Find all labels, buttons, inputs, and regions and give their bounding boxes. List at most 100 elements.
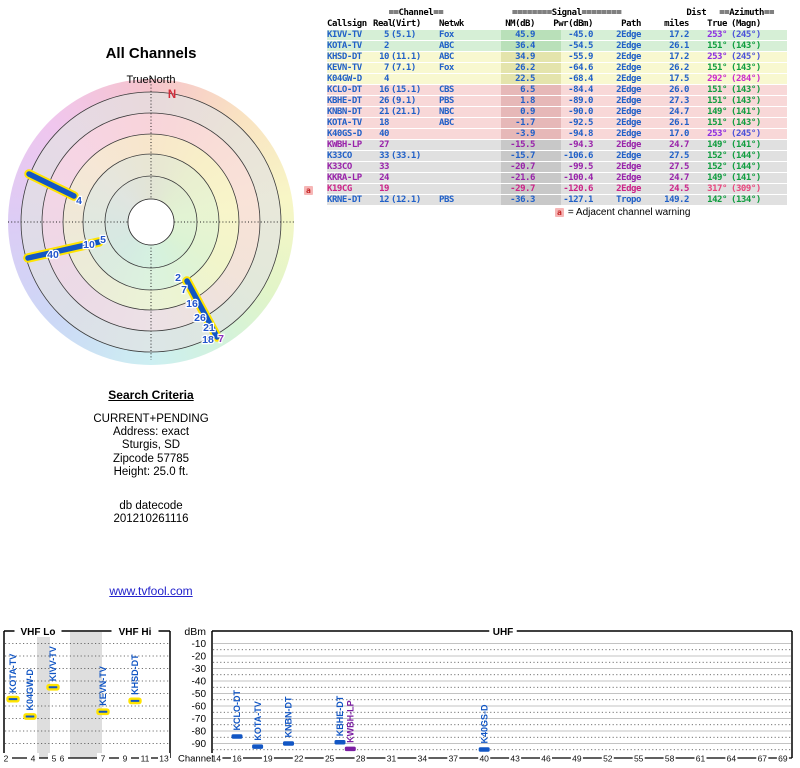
bar-callsign-label: KNBN-DT — [284, 696, 294, 737]
cell-nm: -15.5 — [463, 140, 535, 150]
svg-text:64: 64 — [727, 754, 737, 764]
cell-netwk: Fox — [427, 30, 463, 40]
group-header-cell: ==Azimuth== — [706, 8, 787, 18]
svg-text:TrueNorth: TrueNorth — [126, 74, 175, 86]
bar-callsign-label: KOTA-TV — [253, 701, 263, 740]
criteria-line: Zipcode 57785 — [20, 453, 282, 466]
cell-virt — [389, 173, 427, 183]
column-header-cell: Pwr(dBm) — [535, 19, 593, 29]
cell-magn: (143°) — [727, 63, 779, 73]
cell-callsign: K19CG — [327, 184, 373, 194]
cell-netwk — [427, 129, 463, 139]
group-header-cell — [449, 8, 512, 18]
cell-magn: (144°) — [727, 151, 779, 161]
cell-pwr: -84.4 — [535, 85, 593, 95]
table-row: KKRA-LP24-21.6-100.42Edge24.7149°(141°) — [327, 173, 787, 183]
cell-true: 253° — [689, 30, 727, 40]
svg-text:-30: -30 — [192, 664, 207, 675]
svg-text:5: 5 — [100, 234, 106, 246]
svg-text:61: 61 — [696, 754, 706, 764]
table-row: KOTA-TV18ABC-1.7-92.52Edge26.1151°(143°) — [327, 118, 787, 128]
cell-magn: (309°) — [727, 184, 779, 194]
bar-callsign-label: KHSD-DT — [130, 654, 140, 695]
cell-pwr: -68.4 — [535, 74, 593, 84]
svg-text:55: 55 — [634, 754, 644, 764]
cell-path: 2Edge — [593, 162, 641, 172]
table-row: K40GS-D40-3.9-94.82Edge17.0253°(245°) — [327, 129, 787, 139]
cell-virt — [389, 74, 427, 84]
cell-netwk: CBS — [427, 85, 463, 95]
cell-miles: 149.2 — [641, 195, 689, 205]
cell-true: 151° — [689, 63, 727, 73]
table-row: KWBH-LP27-15.5-94.32Edge24.7149°(141°) — [327, 140, 787, 150]
cell-path: 2Edge — [593, 184, 641, 194]
cell-miles: 27.5 — [641, 151, 689, 161]
cell-pwr: -99.5 — [535, 162, 593, 172]
svg-text:-50: -50 — [192, 689, 207, 700]
cell-miles: 27.3 — [641, 96, 689, 106]
cell-miles: 26.1 — [641, 41, 689, 51]
cell-callsign: KRNE-DT — [327, 195, 373, 205]
cell-callsign: KNBN-DT — [327, 107, 373, 117]
svg-text:-20: -20 — [192, 652, 207, 663]
svg-text:58: 58 — [665, 754, 675, 764]
cell-pwr: -94.8 — [535, 129, 593, 139]
cell-virt — [389, 184, 427, 194]
svg-text:40: 40 — [47, 249, 59, 261]
cell-pwr: -127.1 — [535, 195, 593, 205]
svg-text:52: 52 — [603, 754, 613, 764]
cell-callsign: KIVV-TV — [327, 30, 373, 40]
tvfool-link[interactable]: www.tvfool.com — [0, 584, 302, 598]
cell-callsign: KBHE-DT — [327, 96, 373, 106]
cell-real: 40 — [373, 129, 389, 139]
cell-virt: (11.1) — [389, 52, 427, 62]
cell-pwr: -120.6 — [535, 184, 593, 194]
cell-magn: (245°) — [727, 52, 779, 62]
cell-miles: 26.2 — [641, 63, 689, 73]
svg-text:13: 13 — [159, 754, 169, 764]
svg-text:49: 49 — [572, 754, 582, 764]
svg-text:18: 18 — [202, 334, 214, 346]
cell-true: 151° — [689, 85, 727, 95]
svg-text:21: 21 — [203, 322, 215, 334]
svg-text:5: 5 — [52, 754, 57, 764]
cell-magn: (141°) — [727, 107, 779, 117]
cell-magn: (144°) — [727, 162, 779, 172]
bar-callsign-label: KEVN-TV — [98, 666, 108, 706]
svg-text:All Channels: All Channels — [106, 45, 197, 62]
svg-text:Channel: Channel — [178, 754, 213, 765]
cell-real: 26 — [373, 96, 389, 106]
db-datecode-line: db datecode — [20, 500, 282, 513]
cell-real: 33 — [373, 162, 389, 172]
svg-text:-80: -80 — [192, 727, 207, 738]
cell-pwr: -55.9 — [535, 52, 593, 62]
criteria-line: CURRENT+PENDING — [20, 413, 282, 426]
cell-netwk: PBS — [427, 195, 463, 205]
cell-true: 142° — [689, 195, 727, 205]
group-header-cell: ==Channel== — [383, 8, 449, 18]
cell-real: 33 — [373, 151, 389, 161]
cell-miles: 24.7 — [641, 173, 689, 183]
table-row: KBHE-DT26(9.1)PBS1.8-89.02Edge27.3151°(1… — [327, 96, 787, 106]
cell-magn: (141°) — [727, 140, 779, 150]
channel-table: ==Channel==========Signal========Dist==A… — [327, 8, 787, 206]
svg-text:37: 37 — [449, 754, 459, 764]
table-row: KEVN-TV7(7.1)Fox26.2-64.62Edge26.2151°(1… — [327, 63, 787, 73]
cell-path: 2Edge — [593, 140, 641, 150]
svg-text:2: 2 — [4, 754, 9, 764]
cell-miles: 17.0 — [641, 129, 689, 139]
cell-callsign: KHSD-DT — [327, 52, 373, 62]
svg-text:VHF Lo: VHF Lo — [21, 627, 56, 638]
cell-miles: 17.2 — [641, 30, 689, 40]
cell-true: 317° — [689, 184, 727, 194]
cell-real: 4 — [373, 74, 389, 84]
svg-text:22: 22 — [294, 754, 304, 764]
cell-nm: -3.9 — [463, 129, 535, 139]
cell-pwr: -89.0 — [535, 96, 593, 106]
cell-path: 2Edge — [593, 63, 641, 73]
table-row: K33CO33(33.1)-15.7-106.62Edge27.5152°(14… — [327, 151, 787, 161]
cell-true: 151° — [689, 118, 727, 128]
table-row: KRNE-DT12(12.1)PBS-36.3-127.1Tropo149.21… — [327, 195, 787, 205]
cell-nm: -20.7 — [463, 162, 535, 172]
column-header-cell: True — [689, 19, 727, 29]
